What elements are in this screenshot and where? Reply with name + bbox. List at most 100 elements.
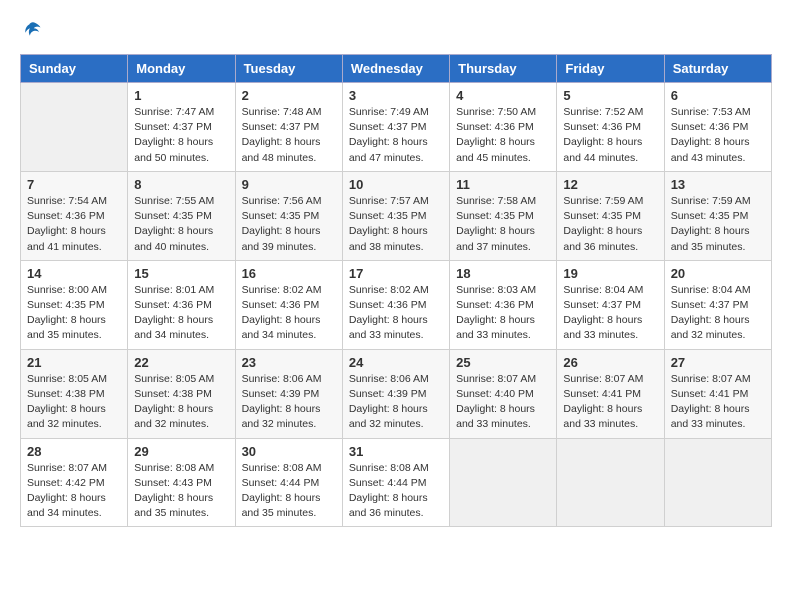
day-number: 23 — [242, 355, 336, 370]
calendar-cell: 12Sunrise: 7:59 AMSunset: 4:35 PMDayligh… — [557, 171, 664, 260]
day-info: Sunrise: 8:06 AMSunset: 4:39 PMDaylight:… — [242, 372, 336, 433]
day-number: 9 — [242, 177, 336, 192]
calendar-cell: 18 Sunrise: 8:03 AMSunset: 4:36 PMDayligh… — [450, 260, 557, 349]
calendar-cell: 23 Sunrise: 8:06 AMSunset: 4:39 PMDayligh… — [235, 349, 342, 438]
day-info: Sunrise: 8:05 AMSunset: 4:38 PMDaylight:… — [134, 372, 228, 433]
day-number: 5 — [563, 88, 657, 103]
day-of-week-header: Tuesday — [235, 55, 342, 83]
logo-bird-icon — [24, 20, 42, 38]
day-number: 21 — [27, 355, 121, 370]
day-of-week-header: Saturday — [664, 55, 771, 83]
day-info: Sunrise: 8:03 AMSunset: 4:36 PMDaylight:… — [456, 283, 550, 344]
day-number: 27 — [671, 355, 765, 370]
day-number: 30 — [242, 444, 336, 459]
day-info: Sunrise: 8:08 AMSunset: 4:44 PMDaylight:… — [242, 461, 336, 522]
day-number: 22 — [134, 355, 228, 370]
day-info: Sunrise: 7:58 AMSunset: 4:35 PMDaylight:… — [456, 194, 550, 255]
calendar-cell: 14Sunrise: 8:00 AMSunset: 4:35 PMDayligh… — [21, 260, 128, 349]
day-info: Sunrise: 8:04 AMSunset: 4:37 PMDaylight:… — [671, 283, 765, 344]
day-info: Sunrise: 8:01 AMSunset: 4:36 PMDaylight:… — [134, 283, 228, 344]
day-number: 7 — [27, 177, 121, 192]
day-info: Sunrise: 8:07 AMSunset: 4:41 PMDaylight:… — [671, 372, 765, 433]
page-header — [20, 20, 772, 38]
day-info: Sunrise: 7:54 AMSunset: 4:36 PMDaylight:… — [27, 194, 121, 255]
day-number: 31 — [349, 444, 443, 459]
calendar-cell: 31 Sunrise: 8:08 AMSunset: 4:44 PMDayligh… — [342, 438, 449, 527]
calendar-cell — [450, 438, 557, 527]
day-info: Sunrise: 8:04 AMSunset: 4:37 PMDaylight:… — [563, 283, 657, 344]
calendar-cell: 5 Sunrise: 7:52 AMSunset: 4:36 PMDaylight… — [557, 83, 664, 172]
calendar-cell: 29 Sunrise: 8:08 AMSunset: 4:43 PMDayligh… — [128, 438, 235, 527]
day-number: 20 — [671, 266, 765, 281]
day-info: Sunrise: 8:08 AMSunset: 4:44 PMDaylight:… — [349, 461, 443, 522]
day-of-week-header: Friday — [557, 55, 664, 83]
calendar-cell — [664, 438, 771, 527]
calendar-table: SundayMondayTuesdayWednesdayThursdayFrid… — [20, 54, 772, 527]
calendar-cell: 6 Sunrise: 7:53 AMSunset: 4:36 PMDaylight… — [664, 83, 771, 172]
day-number: 13 — [671, 177, 765, 192]
calendar-cell: 28Sunrise: 8:07 AMSunset: 4:42 PMDayligh… — [21, 438, 128, 527]
day-of-week-header: Wednesday — [342, 55, 449, 83]
logo — [20, 20, 44, 38]
calendar-week-row: 28Sunrise: 8:07 AMSunset: 4:42 PMDayligh… — [21, 438, 772, 527]
day-info: Sunrise: 7:52 AMSunset: 4:36 PMDaylight:… — [563, 105, 657, 166]
day-number: 8 — [134, 177, 228, 192]
day-info: Sunrise: 8:08 AMSunset: 4:43 PMDaylight:… — [134, 461, 228, 522]
day-number: 3 — [349, 88, 443, 103]
day-info: Sunrise: 7:48 AMSunset: 4:37 PMDaylight:… — [242, 105, 336, 166]
day-of-week-header: Sunday — [21, 55, 128, 83]
calendar-cell — [557, 438, 664, 527]
day-number: 26 — [563, 355, 657, 370]
day-of-week-header: Monday — [128, 55, 235, 83]
day-info: Sunrise: 8:06 AMSunset: 4:39 PMDaylight:… — [349, 372, 443, 433]
calendar-cell: 26 Sunrise: 8:07 AMSunset: 4:41 PMDayligh… — [557, 349, 664, 438]
day-number: 29 — [134, 444, 228, 459]
day-info: Sunrise: 7:56 AMSunset: 4:35 PMDaylight:… — [242, 194, 336, 255]
day-number: 24 — [349, 355, 443, 370]
calendar-cell: 1Sunrise: 7:47 AMSunset: 4:37 PMDaylight… — [128, 83, 235, 172]
calendar-week-row: 21 Sunrise: 8:05 AMSunset: 4:38 PMDayligh… — [21, 349, 772, 438]
calendar-cell: 3 Sunrise: 7:49 AMSunset: 4:37 PMDaylight… — [342, 83, 449, 172]
calendar-cell: 9 Sunrise: 7:56 AMSunset: 4:35 PMDaylight… — [235, 171, 342, 260]
calendar-cell: 4Sunrise: 7:50 AMSunset: 4:36 PMDaylight… — [450, 83, 557, 172]
day-number: 16 — [242, 266, 336, 281]
day-info: Sunrise: 8:07 AMSunset: 4:41 PMDaylight:… — [563, 372, 657, 433]
calendar-week-row: 7 Sunrise: 7:54 AMSunset: 4:36 PMDaylight… — [21, 171, 772, 260]
calendar-cell: 25Sunrise: 8:07 AMSunset: 4:40 PMDayligh… — [450, 349, 557, 438]
calendar-header-row: SundayMondayTuesdayWednesdayThursdayFrid… — [21, 55, 772, 83]
calendar-cell: 7 Sunrise: 7:54 AMSunset: 4:36 PMDaylight… — [21, 171, 128, 260]
day-number: 25 — [456, 355, 550, 370]
calendar-cell: 13 Sunrise: 7:59 AMSunset: 4:35 PMDayligh… — [664, 171, 771, 260]
calendar-cell: 15 Sunrise: 8:01 AMSunset: 4:36 PMDayligh… — [128, 260, 235, 349]
calendar-cell: 17Sunrise: 8:02 AMSunset: 4:36 PMDayligh… — [342, 260, 449, 349]
calendar-cell: 21Sunrise: 8:05 AMSunset: 4:38 PMDayligh… — [21, 349, 128, 438]
day-info: Sunrise: 7:55 AMSunset: 4:35 PMDaylight:… — [134, 194, 228, 255]
day-number: 2 — [242, 88, 336, 103]
day-number: 6 — [671, 88, 765, 103]
day-info: Sunrise: 8:02 AMSunset: 4:36 PMDaylight:… — [349, 283, 443, 344]
calendar-cell: 11Sunrise: 7:58 AMSunset: 4:35 PMDayligh… — [450, 171, 557, 260]
day-info: Sunrise: 8:00 AMSunset: 4:35 PMDaylight:… — [27, 283, 121, 344]
calendar-cell: 30 Sunrise: 8:08 AMSunset: 4:44 PMDayligh… — [235, 438, 342, 527]
calendar-cell — [21, 83, 128, 172]
day-info: Sunrise: 7:59 AMSunset: 4:35 PMDaylight:… — [671, 194, 765, 255]
day-number: 18 — [456, 266, 550, 281]
calendar-week-row: 14Sunrise: 8:00 AMSunset: 4:35 PMDayligh… — [21, 260, 772, 349]
day-info: Sunrise: 8:02 AMSunset: 4:36 PMDaylight:… — [242, 283, 336, 344]
day-info: Sunrise: 8:07 AMSunset: 4:42 PMDaylight:… — [27, 461, 121, 522]
calendar-cell: 24 Sunrise: 8:06 AMSunset: 4:39 PMDayligh… — [342, 349, 449, 438]
day-number: 1 — [134, 88, 228, 103]
calendar-cell: 8 Sunrise: 7:55 AMSunset: 4:35 PMDaylight… — [128, 171, 235, 260]
calendar-cell: 2 Sunrise: 7:48 AMSunset: 4:37 PMDaylight… — [235, 83, 342, 172]
day-number: 10 — [349, 177, 443, 192]
calendar-cell: 27 Sunrise: 8:07 AMSunset: 4:41 PMDayligh… — [664, 349, 771, 438]
day-number: 12 — [563, 177, 657, 192]
calendar-cell: 20 Sunrise: 8:04 AMSunset: 4:37 PMDayligh… — [664, 260, 771, 349]
day-info: Sunrise: 7:49 AMSunset: 4:37 PMDaylight:… — [349, 105, 443, 166]
calendar-cell: 19Sunrise: 8:04 AMSunset: 4:37 PMDayligh… — [557, 260, 664, 349]
day-number: 15 — [134, 266, 228, 281]
day-info: Sunrise: 7:53 AMSunset: 4:36 PMDaylight:… — [671, 105, 765, 166]
calendar-cell: 10Sunrise: 7:57 AMSunset: 4:35 PMDayligh… — [342, 171, 449, 260]
calendar-cell: 16 Sunrise: 8:02 AMSunset: 4:36 PMDayligh… — [235, 260, 342, 349]
day-number: 4 — [456, 88, 550, 103]
